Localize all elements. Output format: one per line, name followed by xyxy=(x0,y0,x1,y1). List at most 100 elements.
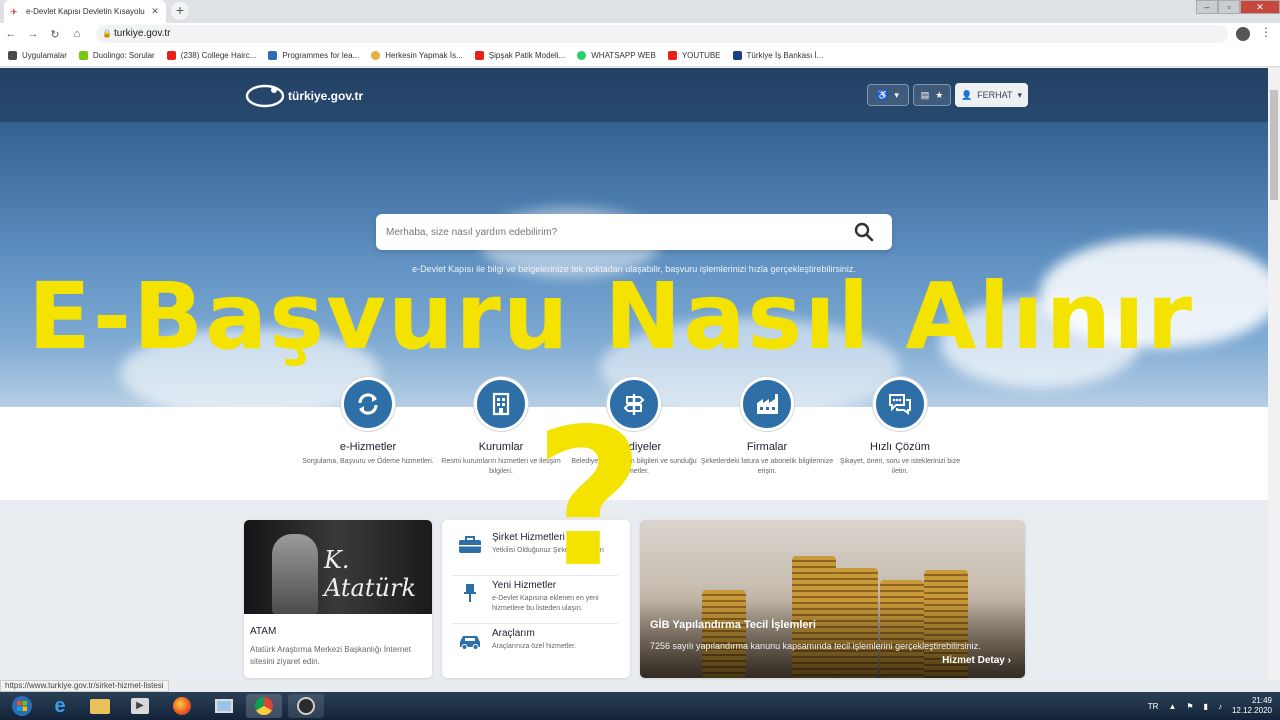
taskbar-obs[interactable] xyxy=(288,694,324,718)
portrait-figure xyxy=(272,534,318,614)
factory-icon xyxy=(757,394,778,414)
star-icon: ★ xyxy=(935,89,944,100)
lock-icon: 🔒 xyxy=(102,29,112,38)
chrome-icon xyxy=(255,697,273,715)
chat-icon xyxy=(889,394,911,415)
site-favicon-icon xyxy=(268,51,278,60)
service-desc: Sorgulama, Başvuru ve Ödeme hizmetleri. xyxy=(302,458,434,465)
obs-icon xyxy=(297,697,315,715)
site-logo[interactable]: türkiye.gov.tr xyxy=(244,83,363,109)
language-indicator[interactable]: TR xyxy=(1148,702,1159,711)
card-shade xyxy=(640,600,1025,678)
taskbar-chrome[interactable] xyxy=(246,694,282,718)
service-circle xyxy=(341,377,395,431)
browser-tabstrip: ✈ e-Devlet Kapısı Devletin Kısayolu ✕ + … xyxy=(0,0,1280,23)
chevron-down-icon: ▾ xyxy=(1017,89,1023,100)
site-header: türkiye.gov.tr ♿ ▾ ▤ ★ 👤 FERHAT ▾ xyxy=(0,68,1268,122)
profile-avatar-icon[interactable] xyxy=(1236,27,1250,41)
bookmark-item[interactable]: (238) College Hairc... xyxy=(166,51,256,60)
network-icon[interactable]: ▮ xyxy=(1204,702,1208,711)
quick-link-araclarim[interactable]: Araçlarım Araçlarınıza özel hizmetler. xyxy=(452,626,618,672)
taskbar-media-player[interactable]: ▶ xyxy=(122,694,158,718)
bookmark-item[interactable]: Şipşak Patik Modeli... xyxy=(474,51,565,60)
duolingo-icon xyxy=(78,51,88,60)
status-url-bubble: https://www.turkiye.gov.tr/sirket-hizmet… xyxy=(0,680,169,692)
home-icon[interactable]: ⌂ xyxy=(66,28,88,40)
screen: ✈ e-Devlet Kapısı Devletin Kısayolu ✕ + … xyxy=(0,0,1280,720)
service-circle xyxy=(740,377,794,431)
briefcase-icon xyxy=(459,536,481,553)
taskbar-internet-explorer[interactable]: e xyxy=(42,694,78,718)
flag-icon[interactable]: ⚑ xyxy=(1186,702,1193,711)
edevlet-favicon-icon: ✈ xyxy=(10,6,18,17)
back-icon[interactable]: ← xyxy=(0,28,22,40)
service-name: e-Hizmetler xyxy=(339,441,397,453)
chevron-right-icon: › xyxy=(1007,655,1011,666)
taskbar-computer[interactable] xyxy=(206,694,242,718)
menu-kebab-icon[interactable]: ⋮ xyxy=(1260,25,1272,39)
user-icon: 👤 xyxy=(960,89,973,100)
card-title: ATAM xyxy=(250,626,277,637)
bookmark-item[interactable]: Herkesin Yapmak İs... xyxy=(371,51,463,60)
bookmark-item[interactable]: Duolingo: Sorular xyxy=(78,51,155,60)
service-desc: Şirketlerdeki fatura ve abonelik bilgile… xyxy=(700,458,834,475)
bookmark-item[interactable]: WHATSAPP WEB xyxy=(577,51,656,60)
card-desc: 7256 sayılı yapılandırma kanunu kapsamın… xyxy=(650,641,981,651)
search-icon[interactable] xyxy=(853,221,875,243)
system-tray: TR ▲ ⚑ ▮ ♪ 21:49 12.12.2020 xyxy=(1148,692,1272,720)
window-controls: – ▫ ✕ xyxy=(1196,0,1280,14)
whatsapp-icon xyxy=(577,51,587,60)
bookmark-item[interactable]: Uygulamalar xyxy=(8,51,67,60)
id-card-icon: ▤ xyxy=(920,89,930,100)
isbank-icon xyxy=(732,51,742,60)
page-scrollbar[interactable] xyxy=(1268,68,1280,680)
bookmarks-bar: Uygulamalar Duolingo: Sorular (238) Coll… xyxy=(0,45,1280,67)
site-favicon-icon xyxy=(371,51,381,60)
hizmet-detay-link[interactable]: Hizmet Detay › xyxy=(942,655,1011,666)
computer-icon xyxy=(215,699,233,713)
close-tab-icon[interactable]: ✕ xyxy=(150,6,160,17)
card-desc: Atatürk Araştırma Merkezi Başkanlığı İnt… xyxy=(250,645,411,666)
taskbar-explorer[interactable] xyxy=(82,694,118,718)
tray-arrow-icon[interactable]: ▲ xyxy=(1168,702,1176,711)
quick-link-title: Araçlarım xyxy=(492,628,535,639)
link-label: Hizmet Detay xyxy=(942,655,1005,666)
atam-card[interactable]: K. Atatürk ATAM Atatürk Araştırma Merkez… xyxy=(244,520,432,678)
browser-tab[interactable]: ✈ e-Devlet Kapısı Devletin Kısayolu ✕ xyxy=(4,0,166,23)
start-button[interactable] xyxy=(4,694,40,718)
maximize-button[interactable]: ▫ xyxy=(1218,0,1240,14)
apps-grid-icon xyxy=(8,51,17,60)
service-circle xyxy=(873,377,927,431)
bookmark-item[interactable]: YOUTUBE xyxy=(667,51,721,60)
folder-icon xyxy=(90,698,110,714)
reload-icon[interactable]: ↻ xyxy=(44,28,66,41)
volume-icon[interactable]: ♪ xyxy=(1218,702,1222,711)
media-player-icon: ▶ xyxy=(131,698,149,714)
gib-card[interactable]: GİB Yapılandırma Tecil İşlemleri 7256 sa… xyxy=(640,520,1025,678)
windows-start-icon xyxy=(12,696,32,716)
service-name: Hızlı Çözüm xyxy=(870,441,930,453)
card-title: GİB Yapılandırma Tecil İşlemleri xyxy=(650,619,816,631)
service-name: Firmalar xyxy=(746,441,788,453)
youtube-icon xyxy=(474,51,484,60)
search-input[interactable] xyxy=(386,222,826,242)
bookmark-item[interactable]: Programmes for lea... xyxy=(268,51,359,60)
wheelchair-icon: ♿ xyxy=(877,89,889,100)
logo-text: türkiye.gov.tr xyxy=(288,89,364,103)
internet-explorer-icon: e xyxy=(54,694,66,717)
bookmark-item[interactable]: Türkiye İş Bankası İ... xyxy=(732,51,823,60)
car-icon xyxy=(460,636,480,650)
address-bar[interactable]: 🔒 turkiye.gov.tr ☆ xyxy=(96,25,1228,43)
favorites-button[interactable]: ▤ ★ xyxy=(913,84,951,106)
ataturk-photo: K. Atatürk xyxy=(244,520,432,614)
new-tab-button[interactable]: + xyxy=(171,2,189,20)
scrollbar-thumb[interactable] xyxy=(1270,90,1278,200)
minimize-button[interactable]: – xyxy=(1196,0,1218,14)
forward-icon[interactable]: → xyxy=(22,28,44,40)
clock[interactable]: 21:49 12.12.2020 xyxy=(1232,696,1272,716)
close-window-button[interactable]: ✕ xyxy=(1240,0,1280,14)
user-menu-button[interactable]: 👤 FERHAT ▾ xyxy=(955,83,1028,107)
clock-time: 21:49 xyxy=(1251,696,1272,705)
taskbar-firefox[interactable] xyxy=(164,694,200,718)
accessibility-button[interactable]: ♿ ▾ xyxy=(867,84,909,106)
